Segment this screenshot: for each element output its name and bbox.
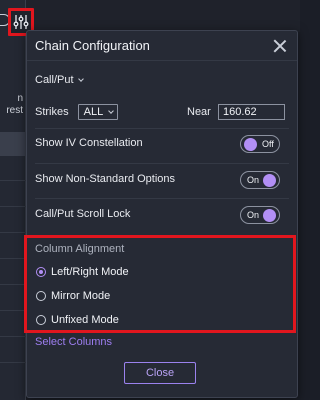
select-columns-link[interactable]: Select Columns [35, 336, 112, 348]
radio-unfixed-mode[interactable]: Unfixed Mode [36, 314, 119, 326]
column-alignment-title: Column Alignment [35, 243, 125, 255]
panel-title: Chain Configuration [35, 38, 150, 53]
strikes-row: Strikes ALL Near [35, 104, 289, 120]
radio-unchecked-icon [36, 315, 46, 325]
radio-label: Unfixed Mode [51, 314, 119, 326]
non-standard-options-toggle[interactable]: On [240, 171, 280, 189]
toggle-knob [244, 137, 257, 151]
row-divider [0, 206, 26, 207]
divider [35, 128, 289, 129]
toggle-state: Off [262, 139, 274, 149]
radio-label: Mirror Mode [51, 290, 111, 302]
row-divider [0, 362, 26, 363]
close-button[interactable]: Close [124, 362, 196, 384]
near-label: Near [187, 106, 211, 118]
divider [35, 163, 289, 164]
table-row[interactable] [0, 132, 26, 156]
close-icon[interactable] [273, 39, 287, 53]
panel-header: Chain Configuration [27, 31, 297, 61]
app-toolbar [0, 0, 300, 32]
toggle-label: Call/Put Scroll Lock [35, 208, 131, 220]
toggle-label: Show IV Constellation [35, 137, 143, 149]
strikes-select[interactable]: ALL [77, 104, 118, 120]
row-divider [0, 180, 26, 181]
toggle-label: Show Non-Standard Options [35, 173, 176, 185]
row-divider [0, 336, 26, 337]
near-input[interactable] [218, 104, 285, 120]
chain-configuration-panel: Chain Configuration Call/Put Strikes ALL… [24, 30, 298, 398]
toggle-state: On [247, 175, 260, 185]
row-divider [0, 284, 26, 285]
chevron-down-icon [107, 108, 114, 114]
row-divider [0, 232, 26, 233]
column-header-text: n rest [6, 93, 23, 116]
sliders-icon [13, 15, 29, 29]
radio-checked-icon [36, 267, 46, 277]
iv-constellation-toggle[interactable]: Off [240, 135, 280, 153]
strikes-label: Strikes [35, 106, 69, 118]
radio-unchecked-icon [36, 291, 46, 301]
toggle-state: On [247, 210, 260, 220]
row-divider [0, 310, 26, 311]
row-divider [0, 258, 26, 259]
callput-dropdown[interactable]: Call/Put [35, 74, 84, 86]
strikes-value: ALL [83, 106, 104, 118]
chain-table-column: n rest [0, 0, 26, 400]
scroll-lock-toggle[interactable]: On [240, 206, 280, 224]
toggle-knob [263, 208, 276, 222]
chevron-down-icon [77, 76, 84, 82]
callput-label: Call/Put [35, 74, 74, 86]
radio-left-right-mode[interactable]: Left/Right Mode [36, 266, 129, 278]
toggle-knob [263, 173, 276, 187]
radio-mirror-mode[interactable]: Mirror Mode [36, 290, 110, 302]
divider [35, 198, 289, 199]
radio-label: Left/Right Mode [51, 266, 129, 278]
